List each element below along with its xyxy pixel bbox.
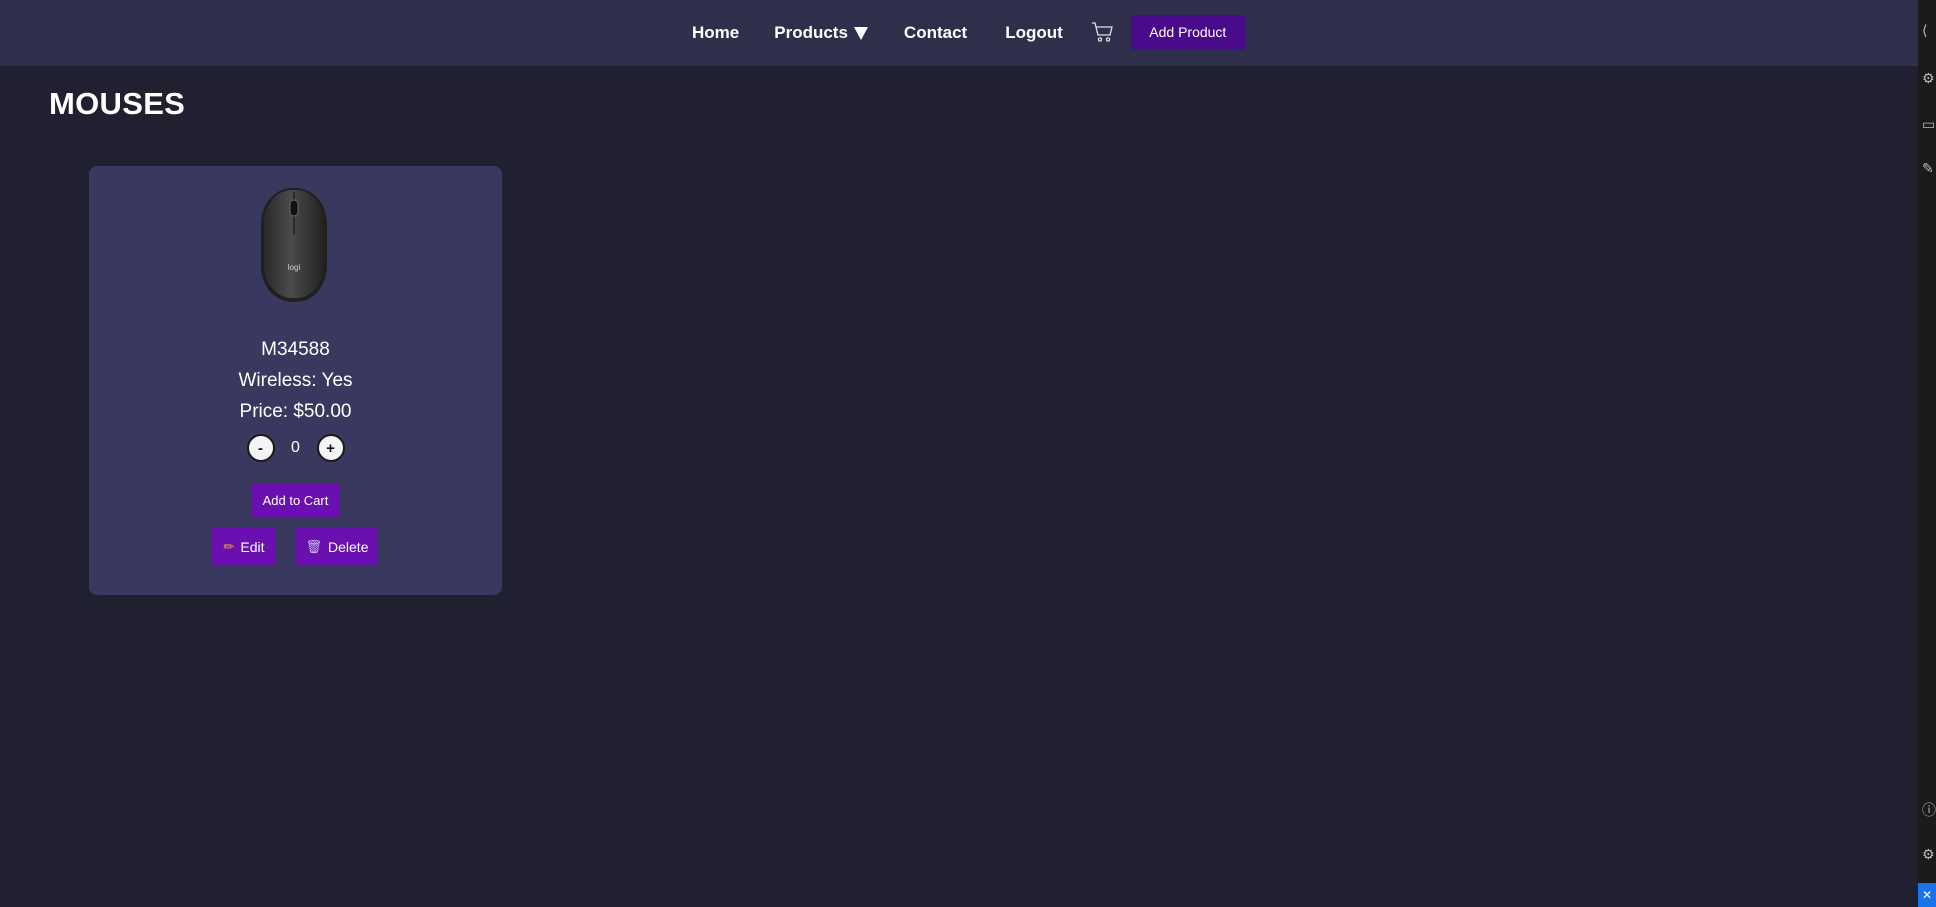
- side-extension-icon[interactable]: ⚙: [1922, 70, 1935, 87]
- nav-products-dropdown[interactable]: Products: [774, 23, 868, 43]
- caret-down-icon: [853, 26, 868, 40]
- computer-mouse-image: logi: [261, 188, 327, 302]
- decrease-quantity-button[interactable]: -: [246, 434, 275, 462]
- page-title: MOUSES: [49, 86, 186, 121]
- edit-button[interactable]: ✏ Edit: [212, 528, 276, 565]
- side-info-icon[interactable]: ⓘ: [1922, 800, 1936, 820]
- delete-button[interactable]: 🗑 Delete: [296, 528, 378, 565]
- pencil-icon: ✏: [223, 538, 235, 554]
- nav-links: Home Products Contact Logout Add Product: [692, 0, 1245, 66]
- trash-icon: 🗑: [305, 538, 323, 554]
- side-settings-icon[interactable]: ⚙: [1922, 846, 1935, 863]
- nav-logout-link[interactable]: Logout: [1005, 23, 1063, 43]
- product-price: Price: $50.00: [239, 401, 352, 422]
- delete-label: Delete: [328, 538, 369, 555]
- product-wireless: Wireless: Yes: [238, 370, 353, 391]
- product-model: M34588: [261, 339, 330, 360]
- quantity-value: 0: [291, 439, 300, 456]
- edit-label: Edit: [240, 538, 265, 555]
- cart-icon[interactable]: [1091, 20, 1115, 44]
- browser-side-panel: ⟨ ⚙ ▭ ✎ ⓘ ⚙: [1918, 0, 1936, 907]
- side-panel-icon[interactable]: ▭: [1922, 116, 1935, 133]
- logi-brand-text: logi: [288, 263, 301, 272]
- nav-contact-link[interactable]: Contact: [904, 23, 967, 43]
- top-navbar: Home Products Contact Logout Add Product: [0, 0, 1918, 66]
- quantity-stepper: - 0 +: [89, 434, 502, 462]
- add-product-button[interactable]: Add Product: [1130, 14, 1245, 50]
- increase-quantity-button[interactable]: +: [316, 434, 345, 462]
- product-card: logi M34588 Wireless: Yes Price: $50.00 …: [89, 166, 502, 595]
- side-edit-icon[interactable]: ✎: [1922, 160, 1934, 177]
- nav-home-link[interactable]: Home: [692, 23, 739, 43]
- nav-products-label: Products: [774, 23, 848, 42]
- close-icon[interactable]: ✕: [1918, 883, 1936, 907]
- add-to-cart-button[interactable]: Add to Cart: [252, 483, 339, 518]
- side-tool-icon[interactable]: ⟨: [1922, 22, 1927, 39]
